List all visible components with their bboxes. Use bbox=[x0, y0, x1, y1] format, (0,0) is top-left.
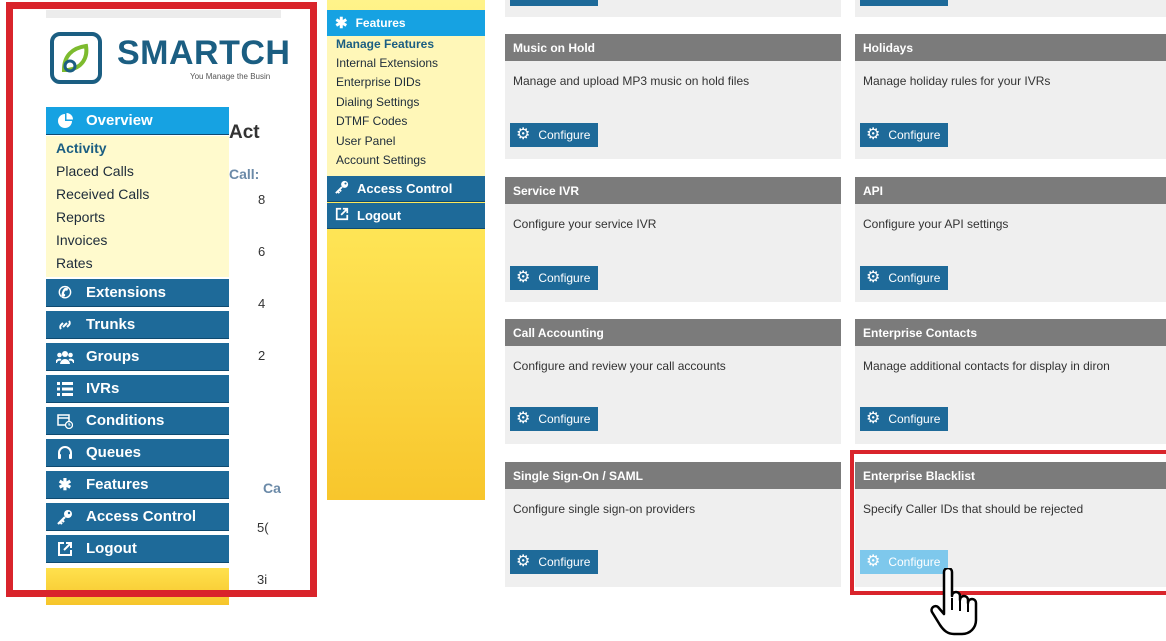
highlight-box-sidebar bbox=[6, 2, 317, 597]
left-panel: SMARTCH You Manage the Busin Overview Ac… bbox=[0, 0, 320, 605]
card-title: API bbox=[855, 177, 1166, 204]
mid-nav-features[interactable]: ✱ Features bbox=[327, 10, 485, 36]
highlight-box-blacklist bbox=[850, 450, 1166, 595]
configure-button-label: Configure bbox=[538, 271, 591, 285]
mid-nav-logout-label: Logout bbox=[357, 208, 402, 223]
key-icon bbox=[335, 180, 349, 197]
card-enterprise-contacts: Enterprise Contacts Manage additional co… bbox=[855, 319, 1166, 444]
configure-button[interactable]: ⚙ Configure bbox=[510, 123, 598, 147]
card-description: Configure your API settings bbox=[863, 217, 1009, 231]
mid-nav-access-control-label: Access Control bbox=[357, 181, 453, 196]
external-link-icon bbox=[335, 207, 349, 224]
configure-button[interactable]: ⚙ Configure bbox=[860, 123, 948, 147]
configure-button[interactable]: ⚙ Configure bbox=[510, 550, 598, 574]
card-title: Enterprise Contacts bbox=[855, 319, 1166, 346]
card-title: Single Sign-On / SAML bbox=[505, 462, 841, 489]
gear-icon: ⚙ bbox=[516, 410, 531, 427]
gear-icon: ⚙ bbox=[516, 126, 531, 143]
card-api: API Configure your API settings ⚙ Configu… bbox=[855, 177, 1166, 302]
card-description: Configure and review your call accounts bbox=[513, 359, 726, 373]
gear-icon: ⚙ bbox=[516, 553, 531, 570]
features-item-dtmf-codes[interactable]: DTMF Codes bbox=[336, 114, 407, 128]
features-item-manage-features[interactable]: Manage Features bbox=[336, 37, 434, 51]
hand-pointer-icon bbox=[930, 568, 978, 636]
card-description: Manage and upload MP3 music on hold file… bbox=[513, 74, 750, 88]
configure-button[interactable]: ⚙ Configure bbox=[510, 407, 598, 431]
card-title: Holidays bbox=[855, 34, 1166, 61]
gear-icon: ⚙ bbox=[866, 410, 881, 427]
card-holidays: Holidays Manage holiday rules for your I… bbox=[855, 34, 1166, 159]
card-stub-top-right bbox=[855, 0, 1166, 17]
mid-nav-access-control[interactable]: Access Control bbox=[327, 176, 485, 202]
card-music-on-hold: Music on Hold Manage and upload MP3 musi… bbox=[505, 34, 841, 159]
configure-button[interactable]: ⚙ Configure bbox=[860, 266, 948, 290]
gear-icon: ⚙ bbox=[516, 269, 531, 286]
card-title: Music on Hold bbox=[505, 34, 841, 61]
configure-button-label: Configure bbox=[888, 412, 941, 426]
mid-nav-features-label: Features bbox=[355, 16, 406, 30]
card-description: Manage holiday rules for your IVRs bbox=[863, 74, 1051, 88]
card-stub-top-left bbox=[505, 0, 841, 17]
screenshot-stage: SMARTCH You Manage the Busin Overview Ac… bbox=[0, 0, 1166, 641]
features-item-internal-extensions[interactable]: Internal Extensions bbox=[336, 56, 438, 70]
card-description: Configure single sign-on providers bbox=[513, 502, 696, 516]
configure-button-label: Configure bbox=[888, 271, 941, 285]
card-service-ivr: Service IVR Configure your service IVR ⚙… bbox=[505, 177, 841, 302]
features-item-user-panel[interactable]: User Panel bbox=[336, 134, 395, 148]
card-description: Manage additional contacts for display i… bbox=[863, 359, 1110, 373]
configure-button[interactable]: ⚙ Configure bbox=[860, 407, 948, 431]
features-item-account-settings[interactable]: Account Settings bbox=[336, 153, 426, 167]
gear-icon: ⚙ bbox=[866, 269, 881, 286]
asterisk-icon: ✱ bbox=[335, 15, 348, 32]
configure-button-partial[interactable] bbox=[510, 0, 598, 6]
card-single-sign-on: Single Sign-On / SAML Configure single s… bbox=[505, 462, 841, 587]
configure-button-label: Configure bbox=[888, 128, 941, 142]
configure-button[interactable]: ⚙ Configure bbox=[510, 266, 598, 290]
card-title: Call Accounting bbox=[505, 319, 841, 346]
features-item-dialing-settings[interactable]: Dialing Settings bbox=[336, 95, 419, 109]
features-item-enterprise-dids[interactable]: Enterprise DIDs bbox=[336, 75, 421, 89]
configure-button-partial[interactable] bbox=[860, 0, 948, 6]
mid-nav-logout[interactable]: Logout bbox=[327, 203, 485, 229]
gear-icon: ⚙ bbox=[866, 126, 881, 143]
configure-button-label: Configure bbox=[538, 412, 591, 426]
card-description: Configure your service IVR bbox=[513, 217, 657, 231]
configure-button-label: Configure bbox=[538, 128, 591, 142]
card-call-accounting: Call Accounting Configure and review you… bbox=[505, 319, 841, 444]
configure-button-label: Configure bbox=[538, 555, 591, 569]
card-title: Service IVR bbox=[505, 177, 841, 204]
